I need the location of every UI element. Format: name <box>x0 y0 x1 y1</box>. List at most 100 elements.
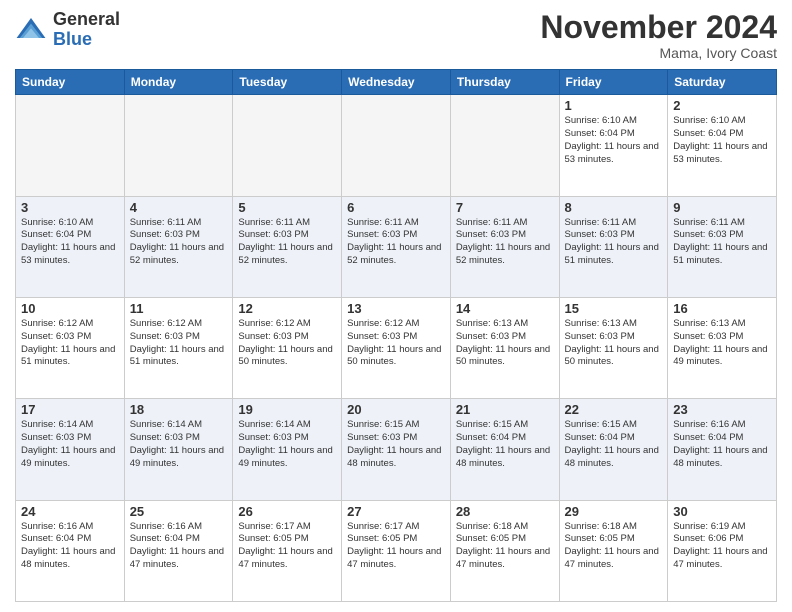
day-number: 15 <box>565 301 663 316</box>
calendar-day-cell: 3Sunrise: 6:10 AMSunset: 6:04 PMDaylight… <box>16 196 125 297</box>
calendar-day-cell: 20 Sunrise: 6:15 AMSunset: 6:03 PMDayligh… <box>342 399 451 500</box>
calendar-day-cell: 27Sunrise: 6:17 AMSunset: 6:05 PMDayligh… <box>342 500 451 601</box>
day-number: 24 <box>21 504 119 519</box>
day-info: Sunrise: 6:11 AMSunset: 6:03 PMDaylight:… <box>456 217 554 268</box>
day-info: Sunrise: 6:16 AMSunset: 6:04 PMDaylight:… <box>130 521 228 572</box>
calendar-week-row: 24 Sunrise: 6:16 AMSunset: 6:04 PMDayligh… <box>16 500 777 601</box>
day-info: Sunrise: 6:17 AMSunset: 6:05 PMDaylight:… <box>238 521 336 572</box>
day-number: 28 <box>456 504 554 519</box>
day-number: 9 <box>673 200 771 215</box>
calendar-day-cell: 25 Sunrise: 6:16 AMSunset: 6:04 PMDayligh… <box>124 500 233 601</box>
calendar-day-cell: 26 Sunrise: 6:17 AMSunset: 6:05 PMDayligh… <box>233 500 342 601</box>
day-number: 11 <box>130 301 228 316</box>
calendar-day-cell: 22 Sunrise: 6:15 AMSunset: 6:04 PMDayligh… <box>559 399 668 500</box>
calendar-day-cell: 15 Sunrise: 6:13 AMSunset: 6:03 PMDayligh… <box>559 297 668 398</box>
calendar-day-cell: 28 Sunrise: 6:18 AMSunset: 6:05 PMDayligh… <box>450 500 559 601</box>
calendar-day-cell: 24 Sunrise: 6:16 AMSunset: 6:04 PMDayligh… <box>16 500 125 601</box>
weekday-header: Saturday <box>668 70 777 95</box>
day-info: Sunrise: 6:16 AMSunset: 6:04 PMDaylight:… <box>21 521 119 572</box>
day-info: Sunrise: 6:15 AMSunset: 6:04 PMDaylight:… <box>456 419 554 470</box>
header-right: November 2024 Mama, Ivory Coast <box>540 10 777 61</box>
day-number: 18 <box>130 402 228 417</box>
day-number: 23 <box>673 402 771 417</box>
day-info: Sunrise: 6:14 AMSunset: 6:03 PMDaylight:… <box>130 419 228 470</box>
page: General Blue November 2024 Mama, Ivory C… <box>0 0 792 612</box>
calendar-week-row: 3Sunrise: 6:10 AMSunset: 6:04 PMDaylight… <box>16 196 777 297</box>
day-number: 1 <box>565 98 663 113</box>
logo-text: General Blue <box>53 10 120 50</box>
calendar-week-row: 17 Sunrise: 6:14 AMSunset: 6:03 PMDayligh… <box>16 399 777 500</box>
calendar-day-cell: 23Sunrise: 6:16 AMSunset: 6:04 PMDayligh… <box>668 399 777 500</box>
weekday-header: Wednesday <box>342 70 451 95</box>
day-number: 14 <box>456 301 554 316</box>
day-number: 12 <box>238 301 336 316</box>
day-number: 22 <box>565 402 663 417</box>
logo-blue-text: Blue <box>53 30 120 50</box>
calendar-day-cell: 1Sunrise: 6:10 AMSunset: 6:04 PMDaylight… <box>559 95 668 196</box>
day-info: Sunrise: 6:13 AMSunset: 6:03 PMDaylight:… <box>565 318 663 369</box>
day-number: 8 <box>565 200 663 215</box>
day-info: Sunrise: 6:10 AMSunset: 6:04 PMDaylight:… <box>673 115 771 166</box>
day-info: Sunrise: 6:15 AMSunset: 6:04 PMDaylight:… <box>565 419 663 470</box>
calendar-day-cell: 10 Sunrise: 6:12 AMSunset: 6:03 PMDayligh… <box>16 297 125 398</box>
location: Mama, Ivory Coast <box>540 45 777 61</box>
day-number: 25 <box>130 504 228 519</box>
day-info: Sunrise: 6:13 AMSunset: 6:03 PMDaylight:… <box>673 318 771 369</box>
logo-general-text: General <box>53 10 120 30</box>
calendar-day-cell <box>342 95 451 196</box>
calendar-header-row: SundayMondayTuesdayWednesdayThursdayFrid… <box>16 70 777 95</box>
calendar-day-cell: 29Sunrise: 6:18 AMSunset: 6:05 PMDayligh… <box>559 500 668 601</box>
calendar-day-cell: 2 Sunrise: 6:10 AMSunset: 6:04 PMDaylight… <box>668 95 777 196</box>
day-number: 5 <box>238 200 336 215</box>
weekday-header: Thursday <box>450 70 559 95</box>
day-number: 4 <box>130 200 228 215</box>
calendar-day-cell <box>233 95 342 196</box>
weekday-header: Sunday <box>16 70 125 95</box>
day-info: Sunrise: 6:12 AMSunset: 6:03 PMDaylight:… <box>347 318 445 369</box>
day-info: Sunrise: 6:15 AMSunset: 6:03 PMDaylight:… <box>347 419 445 470</box>
day-number: 27 <box>347 504 445 519</box>
calendar-day-cell: 4 Sunrise: 6:11 AMSunset: 6:03 PMDaylight… <box>124 196 233 297</box>
calendar-day-cell <box>124 95 233 196</box>
day-number: 26 <box>238 504 336 519</box>
day-info: Sunrise: 6:19 AMSunset: 6:06 PMDaylight:… <box>673 521 771 572</box>
calendar-week-row: 10 Sunrise: 6:12 AMSunset: 6:03 PMDayligh… <box>16 297 777 398</box>
header: General Blue November 2024 Mama, Ivory C… <box>15 10 777 61</box>
calendar-table: SundayMondayTuesdayWednesdayThursdayFrid… <box>15 69 777 602</box>
logo-icon <box>15 14 47 46</box>
day-info: Sunrise: 6:12 AMSunset: 6:03 PMDaylight:… <box>238 318 336 369</box>
day-number: 20 <box>347 402 445 417</box>
day-info: Sunrise: 6:12 AMSunset: 6:03 PMDaylight:… <box>21 318 119 369</box>
day-number: 2 <box>673 98 771 113</box>
calendar-day-cell: 18 Sunrise: 6:14 AMSunset: 6:03 PMDayligh… <box>124 399 233 500</box>
calendar-day-cell: 6Sunrise: 6:11 AMSunset: 6:03 PMDaylight… <box>342 196 451 297</box>
weekday-header: Tuesday <box>233 70 342 95</box>
day-number: 30 <box>673 504 771 519</box>
day-info: Sunrise: 6:18 AMSunset: 6:05 PMDaylight:… <box>456 521 554 572</box>
day-info: Sunrise: 6:11 AMSunset: 6:03 PMDaylight:… <box>565 217 663 268</box>
day-info: Sunrise: 6:13 AMSunset: 6:03 PMDaylight:… <box>456 318 554 369</box>
calendar-day-cell <box>16 95 125 196</box>
month-title: November 2024 <box>540 10 777 45</box>
weekday-header: Friday <box>559 70 668 95</box>
calendar-day-cell <box>450 95 559 196</box>
day-number: 17 <box>21 402 119 417</box>
calendar-day-cell: 12 Sunrise: 6:12 AMSunset: 6:03 PMDayligh… <box>233 297 342 398</box>
calendar-day-cell: 16Sunrise: 6:13 AMSunset: 6:03 PMDayligh… <box>668 297 777 398</box>
calendar-day-cell: 11 Sunrise: 6:12 AMSunset: 6:03 PMDayligh… <box>124 297 233 398</box>
day-info: Sunrise: 6:12 AMSunset: 6:03 PMDaylight:… <box>130 318 228 369</box>
calendar-day-cell: 17 Sunrise: 6:14 AMSunset: 6:03 PMDayligh… <box>16 399 125 500</box>
day-number: 7 <box>456 200 554 215</box>
calendar-day-cell: 21 Sunrise: 6:15 AMSunset: 6:04 PMDayligh… <box>450 399 559 500</box>
weekday-header: Monday <box>124 70 233 95</box>
day-number: 21 <box>456 402 554 417</box>
calendar-day-cell: 8 Sunrise: 6:11 AMSunset: 6:03 PMDaylight… <box>559 196 668 297</box>
day-info: Sunrise: 6:11 AMSunset: 6:03 PMDaylight:… <box>130 217 228 268</box>
calendar-week-row: 1 Sunrise: 6:10 AMSunset: 6:04 PMDaylight… <box>16 95 777 196</box>
calendar-day-cell: 13Sunrise: 6:12 AMSunset: 6:03 PMDayligh… <box>342 297 451 398</box>
day-number: 19 <box>238 402 336 417</box>
day-info: Sunrise: 6:14 AMSunset: 6:03 PMDaylight:… <box>21 419 119 470</box>
calendar-day-cell: 14 Sunrise: 6:13 AMSunset: 6:03 PMDayligh… <box>450 297 559 398</box>
day-info: Sunrise: 6:11 AMSunset: 6:03 PMDaylight:… <box>673 217 771 268</box>
day-number: 10 <box>21 301 119 316</box>
